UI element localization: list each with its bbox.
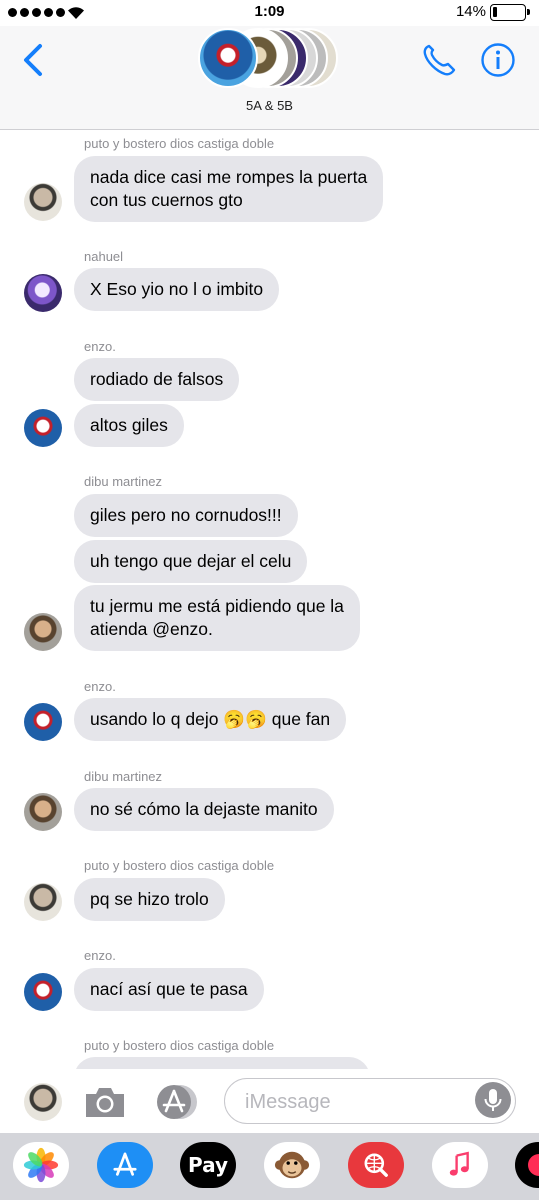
group-avatar-stack[interactable] bbox=[198, 28, 340, 88]
message-bubble[interactable]: nada dice casi me rompes la puerta con t… bbox=[74, 156, 384, 222]
message-bubble[interactable]: nací así que te pasa bbox=[74, 968, 264, 1011]
message-bubble[interactable]: X Eso yio no l o imbito bbox=[74, 268, 280, 311]
message-bubble[interactable]: rodiado de falsos bbox=[74, 358, 240, 401]
message-sender: puto y bostero dios castiga doble bbox=[84, 858, 275, 873]
message-thread[interactable]: puto y bostero dios castiga doble nada d… bbox=[0, 131, 539, 1069]
apple-pay-label: Pay bbox=[187, 1153, 229, 1177]
camera-icon[interactable] bbox=[82, 1083, 128, 1121]
message-input[interactable] bbox=[245, 1089, 465, 1115]
sender-avatar[interactable] bbox=[24, 973, 62, 1011]
message-bubble-partial[interactable] bbox=[74, 1057, 370, 1069]
battery-percentage: 14% bbox=[455, 3, 486, 20]
message-text-line: uh tengo que dejar el celu bbox=[90, 551, 292, 571]
imessage-app-drawer: Pay bbox=[0, 1133, 539, 1200]
message-text-line: altos giles bbox=[90, 415, 168, 435]
message-text-line: con tus cuernos gto bbox=[90, 190, 243, 210]
phone-icon[interactable] bbox=[420, 42, 460, 78]
message-text-line: X Eso yio no l o imbito bbox=[90, 279, 264, 299]
group-member-avatar bbox=[198, 28, 258, 88]
message-text-line: pq se hizo trolo bbox=[90, 889, 209, 909]
web-search-icon[interactable] bbox=[348, 1142, 404, 1188]
message-text-line: usando lo q dejo 🥱🥱 que fan bbox=[90, 709, 331, 729]
message-bubble[interactable]: usando lo q dejo 🥱🥱 que fan bbox=[74, 698, 347, 741]
message-text-line: giles pero no cornudos!!! bbox=[90, 505, 282, 525]
group-name[interactable]: 5A & 5B bbox=[0, 98, 539, 113]
message-text-line: atienda @enzo. bbox=[90, 619, 213, 639]
sender-avatar[interactable] bbox=[24, 183, 62, 221]
microphone-icon[interactable] bbox=[475, 1082, 511, 1118]
message-input-bar bbox=[0, 1069, 539, 1133]
apple-pay-icon[interactable]: Pay bbox=[180, 1142, 236, 1188]
photos-icon[interactable] bbox=[13, 1142, 69, 1188]
message-bubble[interactable]: no sé cómo la dejaste manito bbox=[74, 788, 334, 831]
sender-avatar[interactable] bbox=[24, 793, 62, 831]
message-bubble[interactable]: pq se hizo trolo bbox=[74, 878, 225, 921]
message-field[interactable] bbox=[224, 1078, 516, 1124]
message-sender: puto y bostero dios castiga doble bbox=[84, 1038, 275, 1053]
message-bubble[interactable]: uh tengo que dejar el celu bbox=[74, 540, 308, 583]
conversation-header: 5A & 5B bbox=[0, 26, 539, 130]
message-sender: nahuel bbox=[84, 249, 124, 264]
message-text-line: rodiado de falsos bbox=[90, 369, 224, 389]
battery-icon bbox=[490, 4, 530, 21]
message-text-line: no sé cómo la dejaste manito bbox=[90, 799, 318, 819]
app-store-icon[interactable] bbox=[97, 1142, 153, 1188]
sender-avatar[interactable] bbox=[24, 274, 62, 312]
message-bubble[interactable]: tu jermu me está pidiendo que la atienda… bbox=[74, 585, 360, 651]
heart-icon[interactable] bbox=[515, 1142, 539, 1188]
message-sender: dibu martinez bbox=[84, 769, 163, 784]
sender-avatar[interactable] bbox=[24, 883, 62, 921]
message-sender: enzo. bbox=[84, 948, 116, 963]
message-sender: puto y bostero dios castiga doble bbox=[84, 136, 275, 151]
message-sender: enzo. bbox=[84, 339, 116, 354]
message-sender: enzo. bbox=[84, 679, 116, 694]
message-sender: dibu martinez bbox=[84, 474, 163, 489]
sender-avatar[interactable] bbox=[24, 703, 62, 741]
sender-avatar[interactable] bbox=[24, 613, 62, 651]
message-text-line: nací así que te pasa bbox=[90, 979, 248, 999]
message-bubble[interactable]: giles pero no cornudos!!! bbox=[74, 494, 298, 537]
message-text-line: nada dice casi me rompes la puerta bbox=[90, 167, 368, 187]
sender-avatar[interactable] bbox=[24, 409, 62, 447]
info-icon[interactable] bbox=[480, 42, 516, 78]
avatar[interactable] bbox=[24, 1083, 62, 1121]
message-bubble[interactable]: altos giles bbox=[74, 404, 184, 447]
status-bar: 1:09 14% bbox=[0, 0, 539, 26]
app-store-icon[interactable] bbox=[152, 1083, 202, 1121]
message-text-line: tu jermu me está pidiendo que la bbox=[90, 596, 344, 616]
animoji-monkey-icon[interactable] bbox=[264, 1142, 320, 1188]
music-icon[interactable] bbox=[432, 1142, 488, 1188]
chevron-left-icon[interactable] bbox=[18, 40, 46, 80]
